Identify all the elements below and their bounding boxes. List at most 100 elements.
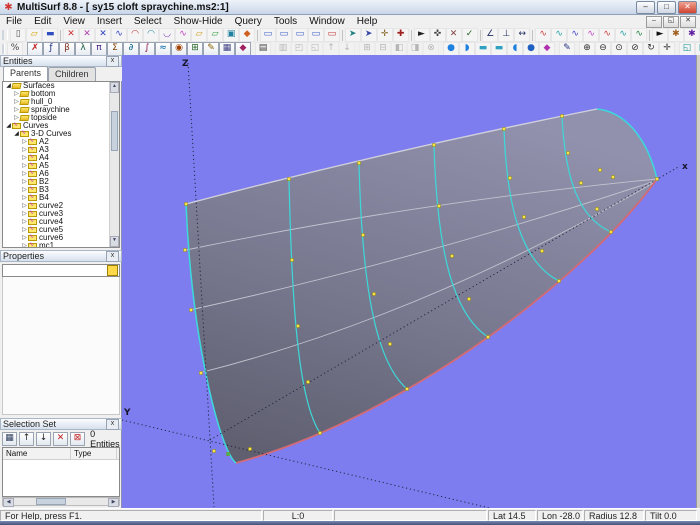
entity-pen-icon[interactable]: ✎ (203, 42, 219, 56)
point-marker[interactable] (540, 249, 544, 253)
entity-partial-icon[interactable]: ∂ (123, 42, 139, 56)
line-icon[interactable]: ∿ (111, 28, 128, 42)
zoom-fit-icon[interactable]: ⊘ (627, 42, 643, 56)
pan-view-icon[interactable]: ✛ (659, 42, 675, 56)
point-marker[interactable] (437, 204, 441, 208)
point-marker[interactable] (486, 335, 490, 339)
column-type[interactable]: Type (71, 448, 117, 459)
accept-icon[interactable]: ✓ (461, 28, 478, 42)
view-top-icon[interactable]: ▬ (475, 42, 491, 56)
fair-curve-1-icon[interactable]: ∿ (535, 28, 552, 42)
point-marker[interactable] (212, 449, 216, 453)
undo-icon[interactable]: ↑ (323, 42, 339, 56)
tree-item-b2[interactable]: ▷B2 (3, 178, 109, 186)
point-icon[interactable]: ✕ (63, 28, 80, 42)
menu-window[interactable]: Window (303, 15, 351, 28)
point-marker[interactable] (318, 431, 322, 435)
tree-item-a6[interactable]: ▷A6 (3, 170, 109, 178)
collapse-icon[interactable]: ◢ (5, 122, 12, 130)
fair-curve-4-icon[interactable]: ∿ (583, 28, 600, 42)
ungroup-icon[interactable]: ⊟ (375, 42, 391, 56)
arc-icon[interactable]: ◠ (127, 28, 144, 42)
measure-normal-icon[interactable]: ⊥ (498, 28, 515, 42)
ccurve-icon[interactable]: ◡ (159, 28, 176, 42)
scroll-left-icon[interactable]: ◀ (3, 498, 14, 507)
entity-diamond-icon[interactable]: ◆ (235, 42, 251, 56)
entity-pi-icon[interactable]: π (91, 42, 107, 56)
entity-approx-icon[interactable]: ≈ (155, 42, 171, 56)
properties-field-icon[interactable] (107, 265, 118, 276)
entity-sigma-icon[interactable]: Σ (107, 42, 123, 56)
expand-icon[interactable]: ▷ (21, 194, 28, 202)
point-marker[interactable] (609, 230, 613, 234)
entity-grid-icon[interactable]: ⊞ (187, 42, 203, 56)
mdi-restore-button[interactable]: ◱ (663, 15, 679, 28)
tree-item-bottom[interactable]: ▷ bottom (3, 90, 109, 98)
toolbar-grip[interactable] (2, 44, 5, 54)
rotate-view-icon[interactable]: ↻ (643, 42, 659, 56)
menu-help[interactable]: Help (351, 15, 384, 28)
point-marker[interactable] (405, 387, 409, 391)
zoom-window-icon[interactable]: ⊙ (611, 42, 627, 56)
expand-icon[interactable]: ▷ (21, 146, 28, 154)
selected-point-marker[interactable] (226, 452, 230, 456)
point-marker[interactable] (199, 371, 203, 375)
point-marker[interactable] (296, 324, 300, 328)
close-button[interactable]: ✕ (678, 0, 697, 14)
select-cursor-icon[interactable]: ► (413, 28, 430, 42)
expand-icon[interactable]: ▷ (21, 162, 28, 170)
paste-icon[interactable]: ◱ (307, 42, 323, 56)
tree-item-surfaces[interactable]: ◢ Surfaces (3, 82, 109, 90)
point-marker[interactable] (579, 181, 583, 185)
open-file-icon[interactable]: ▱ (26, 28, 43, 42)
point-marker[interactable] (357, 161, 361, 165)
plan-view-icon[interactable]: ▭ (275, 28, 292, 42)
view-iso-icon[interactable]: ◆ (539, 42, 555, 56)
delete-icon[interactable]: ✚ (392, 28, 409, 42)
scroll-up-icon[interactable]: ▲ (110, 82, 119, 93)
tree-item-a3[interactable]: ▷A3 (3, 146, 109, 154)
surface-icon[interactable]: ▱ (191, 28, 208, 42)
point-marker[interactable] (560, 114, 564, 118)
properties-name-field[interactable] (2, 264, 120, 277)
point-marker[interactable] (502, 127, 506, 131)
move-icon[interactable]: ✛ (376, 28, 393, 42)
point-marker[interactable] (183, 248, 187, 252)
collapse-icon[interactable]: ◢ (13, 130, 20, 138)
tab-parents[interactable]: Parents (3, 66, 49, 81)
point-marker[interactable] (361, 233, 365, 237)
expand-icon[interactable]: ▷ (21, 234, 28, 242)
entity-integral-icon[interactable]: ∫ (139, 42, 155, 56)
mdi-minimize-button[interactable]: – (646, 15, 662, 28)
3d-viewport[interactable]: Z x Y (121, 55, 696, 512)
expand-icon[interactable]: ▷ (21, 170, 28, 178)
tree-item-a5[interactable]: ▷A5 (3, 162, 109, 170)
tree-item-3-d-curves[interactable]: ◢ 3-D Curves (3, 130, 109, 138)
selection-hscrollbar[interactable]: ◀ ▶ (2, 497, 120, 507)
point-marker[interactable] (450, 254, 454, 258)
nudge-left-icon[interactable]: ➤ (344, 28, 361, 42)
entities-close-icon[interactable]: x (106, 55, 119, 67)
point-marker[interactable] (557, 279, 561, 283)
scroll-right-icon[interactable]: ▶ (108, 498, 119, 507)
view-right-icon[interactable]: ● (523, 42, 539, 56)
column-name[interactable]: Name (3, 448, 71, 459)
point-marker[interactable] (566, 151, 570, 155)
fair-curve-2-icon[interactable]: ∿ (551, 28, 568, 42)
mdi-close-button[interactable]: ✕ (680, 15, 696, 28)
show-icon[interactable]: ◨ (407, 42, 423, 56)
tree-item-mc1[interactable]: ▷ mc1 (3, 242, 109, 247)
menu-edit[interactable]: Edit (28, 15, 57, 28)
selection-grid-icon[interactable]: ▦ (2, 431, 18, 446)
hide-icon[interactable]: ◧ (391, 42, 407, 56)
selection-move-down-icon[interactable]: ↓ (36, 431, 52, 446)
bead-icon[interactable]: ✕ (95, 28, 112, 42)
point-marker[interactable] (595, 207, 599, 211)
tile-windows-icon[interactable]: ◰ (695, 42, 700, 56)
fair-curve-3-icon[interactable]: ∿ (567, 28, 584, 42)
point-marker[interactable] (467, 297, 471, 301)
point-marker[interactable] (184, 202, 188, 206)
swept-surface-icon[interactable]: ▣ (223, 28, 240, 42)
point-marker[interactable] (508, 176, 512, 180)
close-view-icon[interactable]: ▭ (323, 28, 340, 42)
